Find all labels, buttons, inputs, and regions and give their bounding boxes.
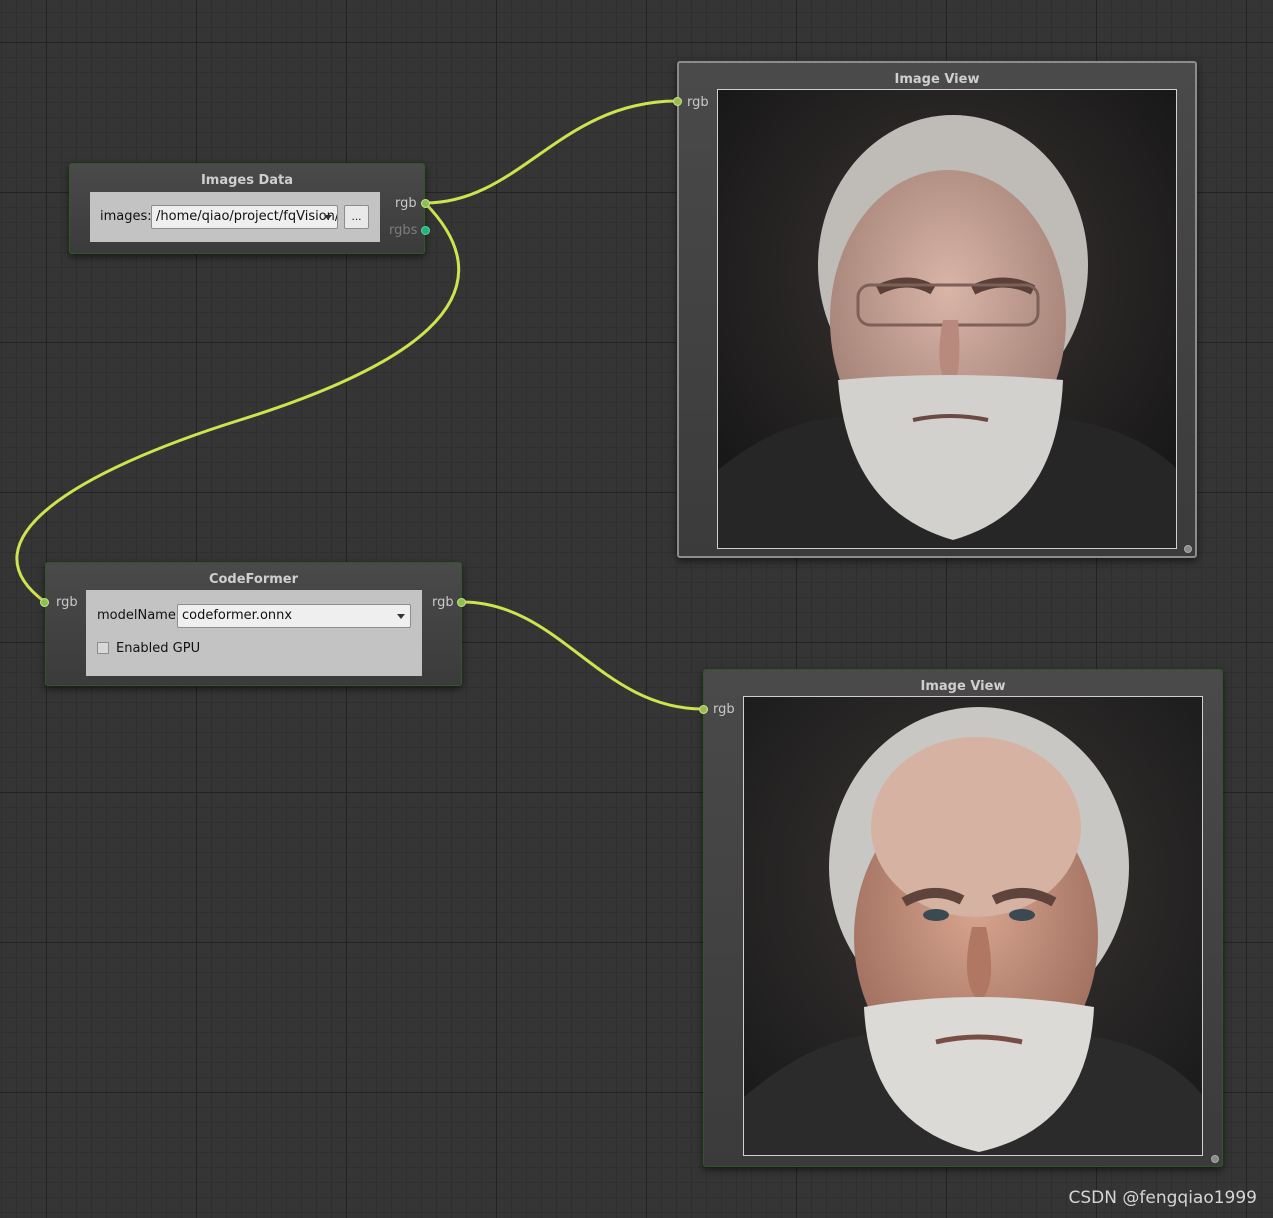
model-name-dropdown[interactable]: codeformer.onnx: [177, 604, 411, 628]
wire-images-to-codeformer: [15, 201, 461, 604]
images-path-dropdown[interactable]: /home/qiao/project/fqVision/: [151, 205, 338, 229]
image-view-1-rgb-input-port[interactable]: [673, 97, 682, 106]
wire-codeformer-to-view2: [461, 600, 704, 711]
codeformer-rgb-input-port[interactable]: [40, 598, 49, 607]
image-view-node-2[interactable]: Image View rgb: [703, 669, 1223, 1167]
chevron-down-icon: [397, 614, 405, 619]
image-view-2-rgb-input-port[interactable]: [699, 705, 708, 714]
image-view-node-1[interactable]: Image View rgb: [677, 61, 1197, 558]
images-field-label: images:: [100, 209, 152, 224]
input-label-rgb: rgb: [713, 702, 735, 717]
codeformer-rgb-output-port[interactable]: [457, 598, 466, 607]
codeformer-node[interactable]: CodeFormer rgb rgb modelName: codeformer…: [45, 562, 462, 686]
model-name-label: modelName:: [97, 608, 181, 623]
enabled-gpu-label: Enabled GPU: [116, 641, 201, 656]
resize-handle[interactable]: [1211, 1155, 1219, 1163]
images-path-value: /home/qiao/project/fqVision/: [156, 209, 338, 224]
images-data-panel: images: /home/qiao/project/fqVision/ ...: [90, 192, 380, 242]
codeformer-panel: modelName: codeformer.onnx Enabled GPU: [86, 590, 422, 676]
chevron-down-icon: [324, 215, 332, 220]
images-data-rgbs-output-port[interactable]: [421, 226, 430, 235]
watermark: CSDN @fengqiao1999: [1068, 1188, 1257, 1208]
resize-handle[interactable]: [1184, 545, 1192, 553]
images-data-rgb-output-port[interactable]: [421, 199, 430, 208]
node-title: Image View: [920, 679, 1006, 694]
old-man-portrait-restored: [743, 696, 1203, 1156]
input-label-rgb: rgb: [687, 95, 709, 110]
enabled-gpu-checkbox[interactable]: [97, 642, 109, 654]
node-title: Images Data: [200, 173, 294, 188]
model-name-value: codeformer.onnx: [182, 608, 293, 623]
input-label-rgb: rgb: [56, 595, 78, 610]
old-man-portrait-low-quality: [717, 89, 1177, 549]
wire-images-to-view1: [424, 99, 678, 205]
browse-button[interactable]: ...: [344, 205, 369, 229]
node-title: CodeFormer: [208, 572, 299, 587]
node-title: Image View: [894, 72, 980, 87]
output-label-rgb: rgb: [432, 595, 454, 610]
output-label-rgb: rgb: [395, 196, 417, 211]
output-label-rgbs: rgbs: [389, 223, 418, 238]
images-data-node[interactable]: Images Data images: /home/qiao/project/f…: [69, 163, 425, 254]
